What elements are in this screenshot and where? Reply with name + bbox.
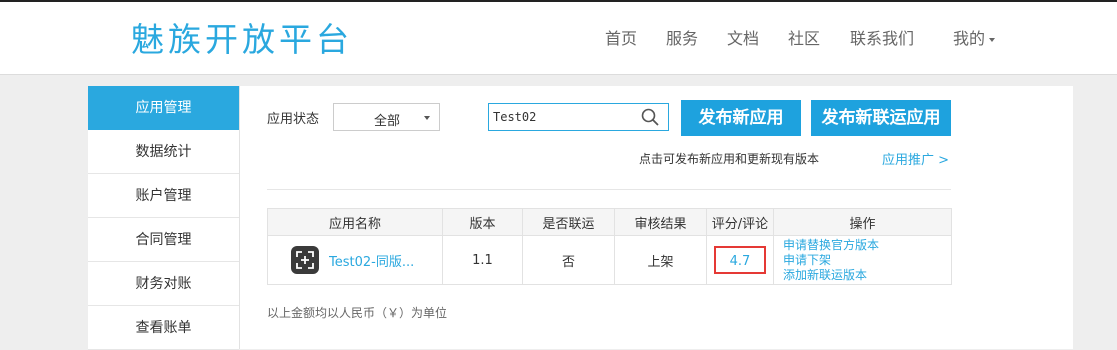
logo[interactable]: 魅族开放平台: [131, 20, 353, 60]
actions-cell: 申请替换官方版本 申请下架 添加新联运版本: [773, 235, 952, 285]
divider: [267, 189, 951, 190]
table-row: Test02-同版... 1.1 否 上架 4.7 申请替换官方版本 申请下架 …: [267, 235, 952, 285]
sidebar-item-data-stats[interactable]: 数据统计: [88, 130, 239, 174]
sidebar: 应用管理 数据统计 账户管理 合同管理 财务对账 查看账单: [88, 86, 240, 350]
status-select[interactable]: 全部: [333, 103, 440, 131]
review-status-cell: 上架: [614, 235, 707, 285]
currency-footnote: 以上金额均以人民币（￥）为单位: [267, 306, 448, 320]
sidebar-item-app-management[interactable]: 应用管理: [88, 86, 239, 130]
request-takedown-link[interactable]: 申请下架: [783, 253, 951, 268]
nav-contact[interactable]: 联系我们: [850, 28, 914, 50]
app-icon: [291, 246, 319, 274]
sidebar-item-finance[interactable]: 财务对账: [88, 262, 239, 306]
sidebar-item-account[interactable]: 账户管理: [88, 174, 239, 218]
dropdown-arrow-icon: [424, 116, 430, 120]
col-review: 审核结果: [614, 208, 707, 236]
publish-app-button[interactable]: 发布新应用: [681, 100, 801, 136]
col-app-name: 应用名称: [267, 208, 443, 236]
table-header-row: 应用名称 版本 是否联运 审核结果 评分/评论 操作: [267, 208, 952, 236]
col-rating: 评分/评论: [706, 208, 774, 236]
app-name-link[interactable]: Test02-同版...: [329, 251, 429, 270]
search-icon[interactable]: [641, 108, 659, 126]
replace-official-version-link[interactable]: 申请替换官方版本: [783, 238, 951, 253]
col-actions: 操作: [773, 208, 952, 236]
publish-joint-app-button[interactable]: 发布新联运应用: [811, 100, 951, 136]
search-box: [488, 103, 669, 131]
nav-mine[interactable]: 我的: [953, 28, 996, 50]
rating-link[interactable]: 4.7: [714, 246, 766, 274]
header: 魅族开放平台 首页 服务 文档 社区 联系我们 我的: [0, 2, 1117, 75]
nav-docs[interactable]: 文档: [727, 28, 759, 50]
joint-cell: 否: [522, 235, 615, 285]
status-select-value: 全部: [374, 114, 401, 129]
nav-community[interactable]: 社区: [788, 28, 820, 50]
status-filter-label: 应用状态: [267, 112, 320, 127]
sidebar-item-contracts[interactable]: 合同管理: [88, 218, 239, 262]
scan-icon: [296, 251, 314, 269]
col-joint: 是否联运: [522, 208, 615, 236]
col-version: 版本: [442, 208, 523, 236]
add-joint-version-link[interactable]: 添加新联运版本: [783, 268, 951, 283]
chevron-down-icon: [989, 37, 996, 42]
app-name-cell: Test02-同版...: [267, 235, 443, 285]
nav-home[interactable]: 首页: [605, 28, 637, 50]
nav-mine-label: 我的: [953, 29, 986, 48]
rating-cell: 4.7: [706, 235, 774, 285]
search-input[interactable]: [493, 108, 633, 126]
app-promotion-link[interactable]: 应用推广 >: [882, 149, 949, 168]
publish-hint: 点击可发布新应用和更新现有版本: [639, 152, 820, 166]
version-cell: 1.1: [442, 235, 523, 285]
sidebar-item-bills[interactable]: 查看账单: [88, 306, 239, 350]
nav-services[interactable]: 服务: [666, 28, 698, 50]
app-table: 应用名称 版本 是否联运 审核结果 评分/评论 操作 Test02-同版... …: [267, 208, 952, 285]
